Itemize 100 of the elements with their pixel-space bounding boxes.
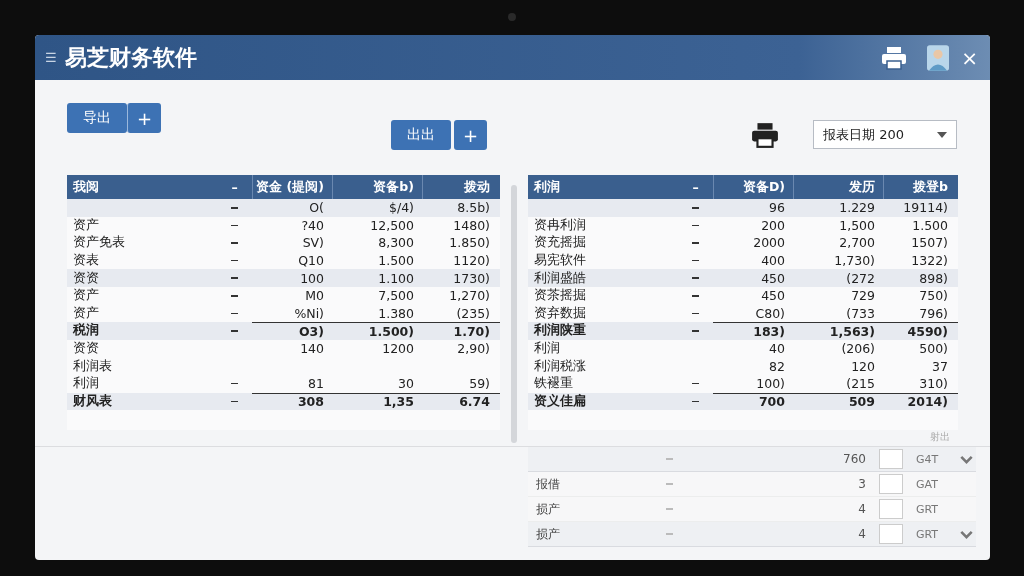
table-cell: 729 (851, 288, 875, 304)
table-cell: 1200 (382, 341, 414, 357)
dash-mark (692, 207, 699, 209)
table-cell: 898) (919, 270, 948, 286)
chevron-icon[interactable] (959, 454, 973, 464)
section-label: 射出 (930, 430, 950, 444)
table-cell: 1322) (911, 253, 948, 269)
dash-mark (692, 259, 699, 262)
table-cell: 1,563) (829, 323, 875, 339)
table-cell: 1,730) (834, 253, 875, 269)
table-cell: 81 (308, 376, 324, 392)
image-icon[interactable] (927, 44, 950, 71)
table-cell: 2,700 (839, 235, 875, 251)
table-cell: (215 (846, 376, 875, 392)
table-cell: 1.380 (378, 305, 414, 321)
close-button[interactable]: × (961, 45, 978, 70)
add-button[interactable]: + (127, 103, 162, 133)
dash-mark (231, 383, 238, 385)
table-cell-text: 760 (842, 452, 866, 466)
row-label: 税润 (73, 322, 99, 340)
table-cell: 509 (848, 394, 875, 410)
row-label: 报借 (536, 475, 560, 493)
export-button[interactable]: 导出 (67, 103, 127, 133)
row-label: 财风表 (73, 392, 112, 410)
dash-mark (692, 277, 699, 279)
table-cell-text: 4 (857, 502, 866, 516)
chevron-icon[interactable] (959, 529, 973, 539)
table-cell: 183) (753, 323, 785, 339)
row-label: 资资 (73, 269, 99, 287)
row-label: 易宪软件 (534, 252, 586, 270)
dash-mark (692, 330, 699, 332)
dash-mark (692, 383, 699, 385)
column-header: – (230, 178, 239, 197)
table-cell: 30 (398, 376, 414, 392)
table-cell: M0 (305, 288, 324, 304)
row-label: 资义佳扁 (534, 392, 586, 410)
table-cell: 1480) (453, 217, 490, 233)
add-button[interactable]: + (454, 120, 488, 150)
window-title: 易芝财务软件 (64, 43, 197, 72)
row-label: 资产 (73, 304, 99, 322)
table-cell-text: 4 (857, 527, 866, 541)
row-label: 利润 (73, 375, 99, 393)
row-label: 资冉利润 (534, 216, 586, 234)
table-cell: 700 (758, 394, 785, 410)
table-cell: 100) (756, 376, 785, 392)
dash-mark (231, 207, 238, 209)
row-label: 资表 (73, 252, 99, 270)
table-cell: 1.850) (449, 235, 490, 251)
table-cell: 750) (919, 288, 948, 304)
column-header: 我阅 (72, 177, 100, 196)
dash-mark (231, 400, 238, 403)
input-field[interactable] (879, 499, 903, 519)
table-cell: O3) (298, 323, 324, 339)
table-cell: 1507) (911, 235, 948, 251)
dash-mark (692, 400, 699, 403)
dash-mark (666, 483, 673, 485)
table-cell: 450 (761, 270, 785, 286)
table-cell: 400 (761, 253, 785, 269)
table-cell: (235) (456, 305, 490, 321)
table-cell: 120 (851, 358, 875, 374)
table-cell: 796) (919, 305, 948, 321)
input-field[interactable] (879, 474, 903, 494)
table-cell: 8.5b) (457, 200, 490, 216)
input-field[interactable] (879, 524, 903, 544)
dash-mark (666, 458, 673, 460)
table-cell: 8,300 (378, 235, 414, 251)
table-cell: %Ni) (294, 305, 324, 321)
table-cell: 1120) (453, 253, 490, 269)
table-cell: 1,270) (449, 288, 490, 304)
camera-dot (508, 13, 516, 21)
table-cell: 2,90) (457, 341, 490, 357)
row-label: 资茶摇掘 (534, 287, 586, 305)
table-cell: (733 (846, 305, 875, 321)
caret-icon (937, 131, 947, 138)
table-cell: 1.500 (378, 253, 414, 269)
input-field[interactable] (879, 449, 903, 469)
dash-mark (692, 312, 699, 315)
column-header: 利润 (533, 177, 561, 196)
dash-mark (692, 242, 699, 244)
table-cell: 1,35 (383, 394, 414, 410)
table-cell: 500) (919, 341, 948, 357)
table-cell: C80) (755, 305, 785, 321)
table-cell: 2000 (753, 235, 785, 251)
scrollbar[interactable] (511, 185, 517, 443)
table-cell: (206) (841, 341, 875, 357)
date-dropdown[interactable]: 报表日期 200 (813, 120, 957, 149)
output-button[interactable]: 出出 (391, 120, 451, 150)
row-label: 损产 (536, 525, 560, 543)
row-label: 资资 (73, 340, 99, 358)
table-cell: 59) (469, 376, 490, 392)
print-icon[interactable] (751, 122, 779, 148)
table-cell: O( (309, 200, 324, 216)
menu-button[interactable]: ☰ (45, 50, 57, 65)
row-label: 资产 (73, 287, 99, 305)
table-cell: 1.100 (378, 270, 414, 286)
dash-mark (231, 295, 238, 297)
row-label: 资产免表 (73, 234, 125, 252)
column-header: – (691, 178, 700, 197)
table-cell: 140 (300, 341, 324, 357)
dash-mark (231, 277, 238, 279)
